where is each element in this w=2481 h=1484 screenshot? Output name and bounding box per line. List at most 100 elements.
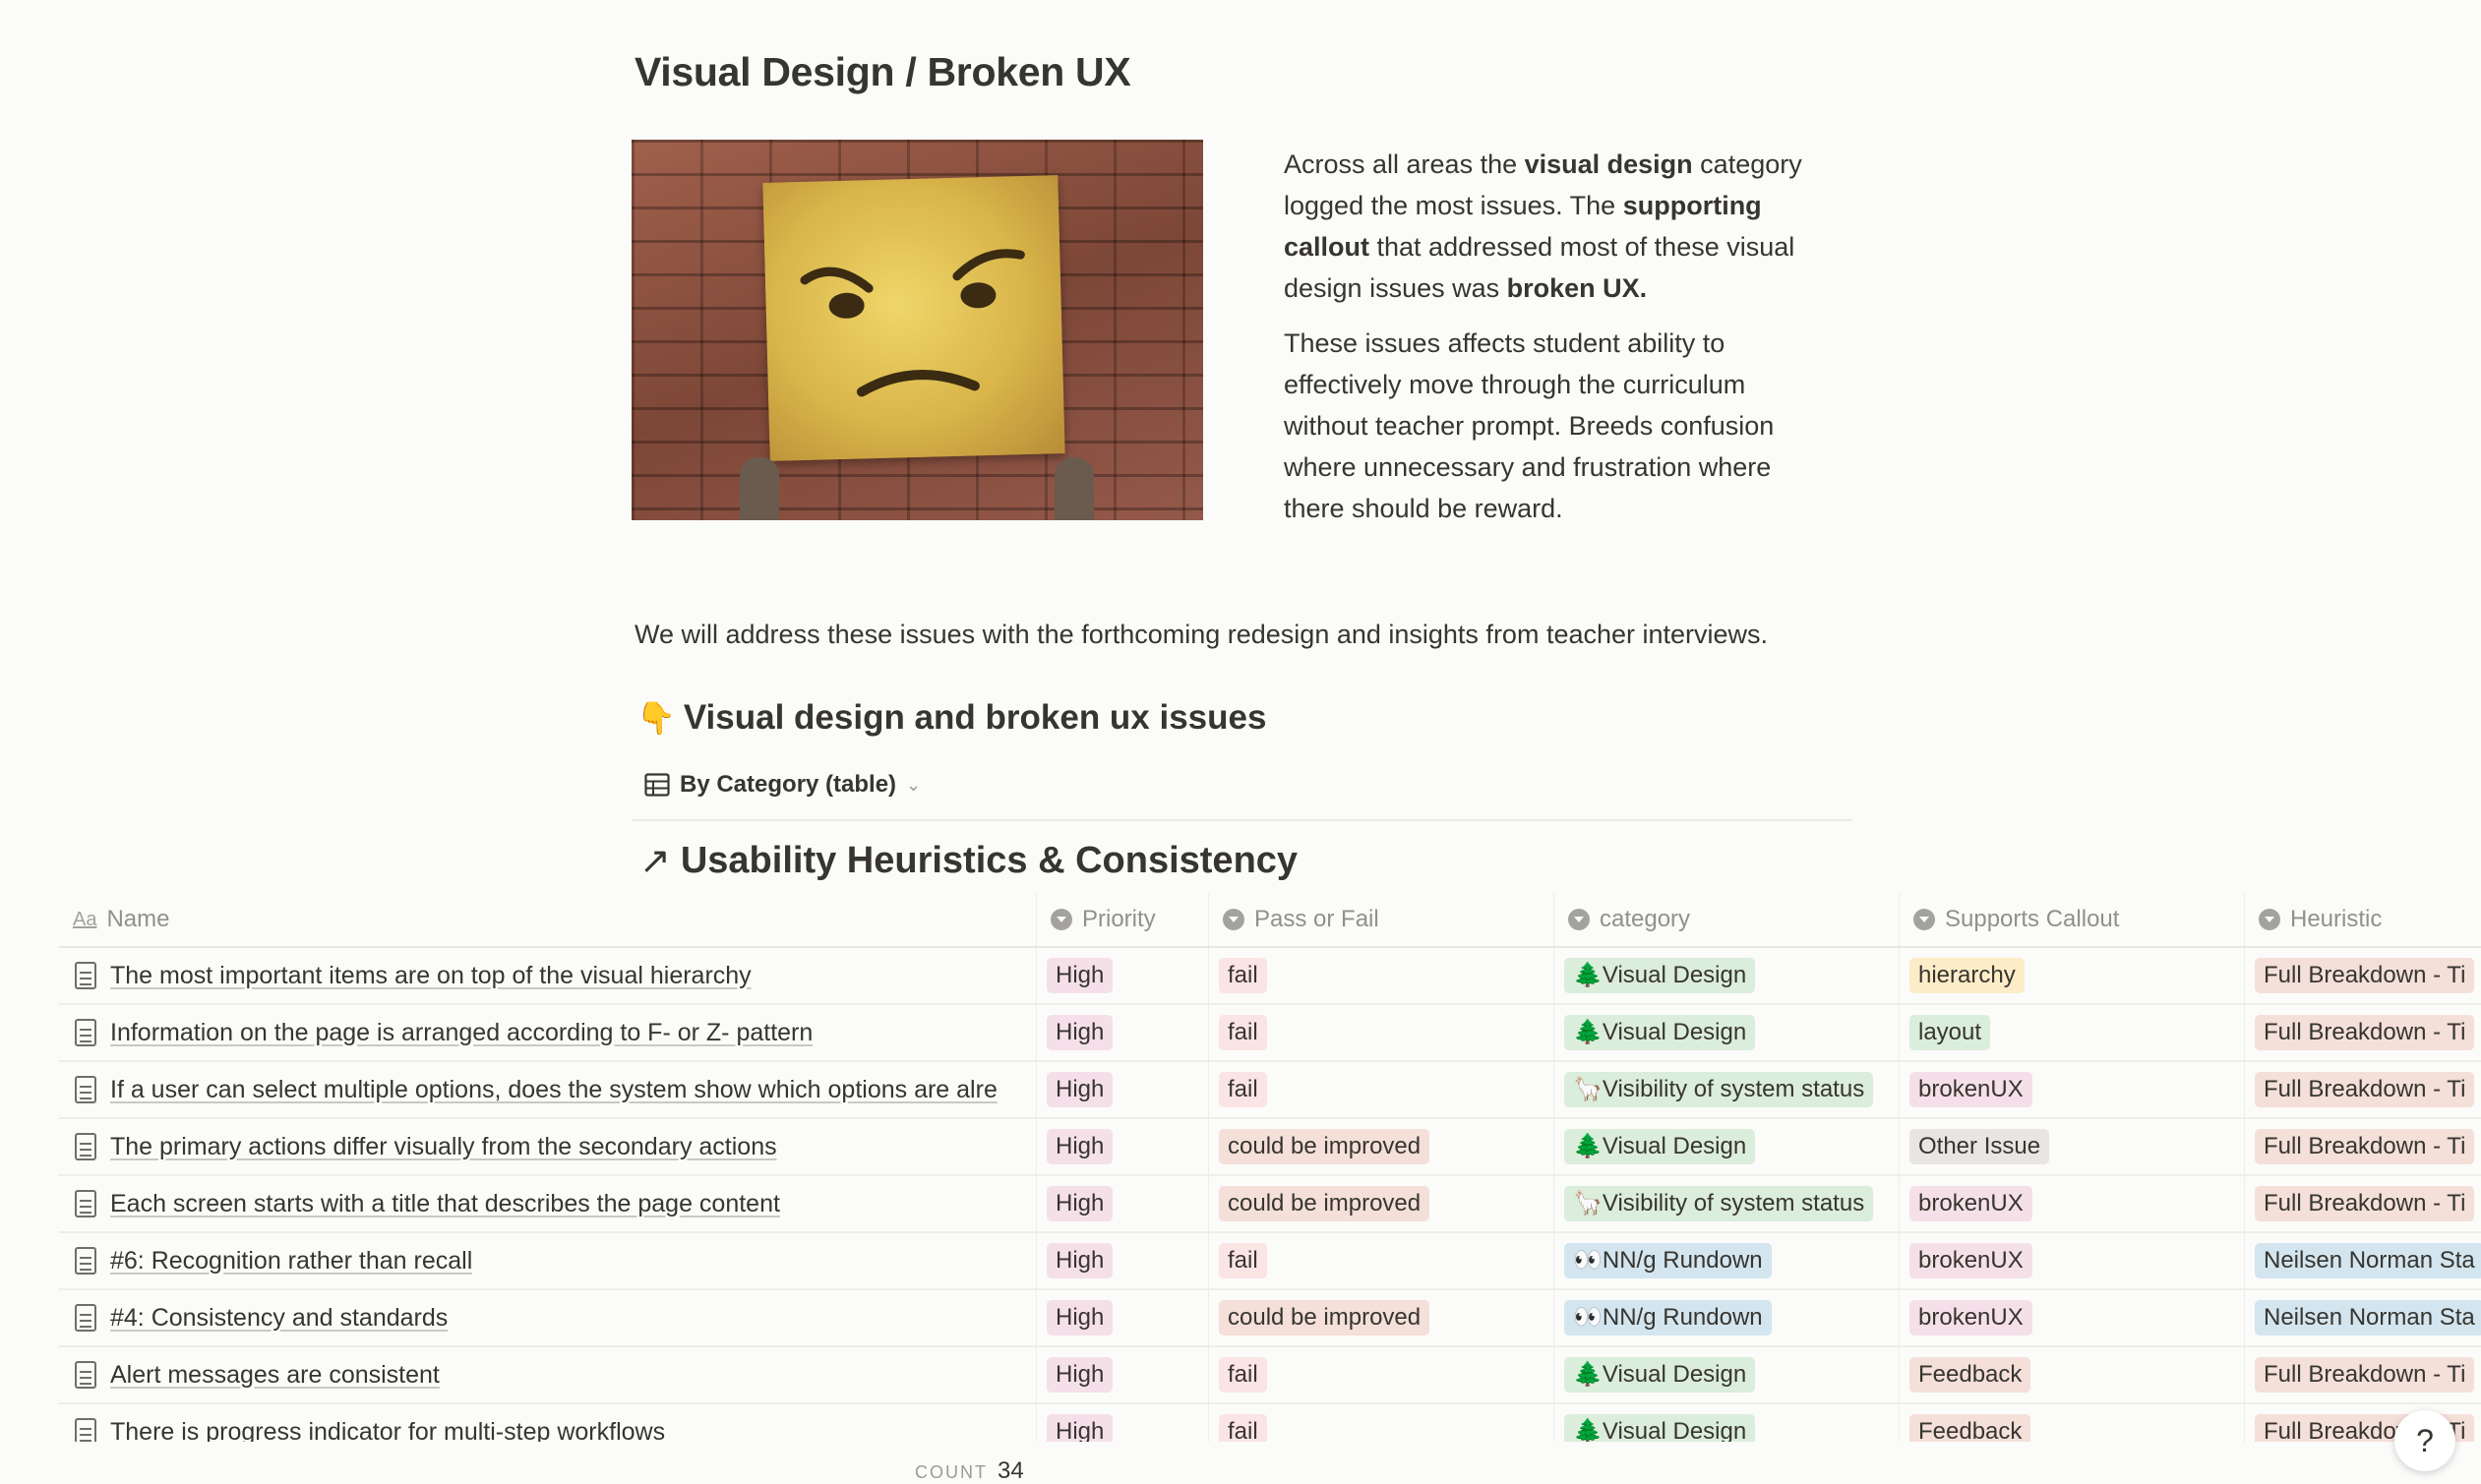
- table-icon: [644, 773, 670, 797]
- table-row[interactable]: #6: Recognition rather than recall High fa…: [59, 1233, 2481, 1290]
- column-header-label: Heuristic: [2290, 906, 2383, 932]
- supports-callout-tag: Feedback: [1909, 1357, 2031, 1393]
- heuristic-cell[interactable]: Neilsen Norman Sta: [2245, 1233, 2481, 1288]
- heuristic-cell[interactable]: Full Breakdown - Ti: [2245, 1005, 2481, 1060]
- category-cell[interactable]: 👀NN/g Rundown: [1554, 1290, 1900, 1345]
- pass-fail-cell[interactable]: fail: [1209, 1062, 1554, 1117]
- column-header-label: Name: [106, 906, 170, 932]
- pass-fail-cell[interactable]: fail: [1209, 1005, 1554, 1060]
- page-icon: [75, 1076, 96, 1103]
- priority-cell[interactable]: High: [1037, 1233, 1209, 1288]
- name-cell[interactable]: Each screen starts with a title that des…: [59, 1176, 1037, 1231]
- pass-fail-cell[interactable]: could be improved: [1209, 1119, 1554, 1174]
- column-header-category[interactable]: category: [1554, 893, 1900, 946]
- category-cell[interactable]: 🦙Visibility of system status: [1554, 1176, 1900, 1231]
- column-header-label: Pass or Fail: [1254, 906, 1379, 932]
- category-cell[interactable]: 🌲Visual Design: [1554, 1005, 1900, 1060]
- heuristic-cell[interactable]: Full Breakdown - Ti: [2245, 1347, 2481, 1402]
- supports-callout-tag: layout: [1909, 1015, 1991, 1050]
- heuristic-tag: Full Breakdown - Ti: [2255, 1072, 2475, 1107]
- priority-cell[interactable]: High: [1037, 1062, 1209, 1117]
- intro-run: Across all areas the: [1284, 149, 1525, 179]
- pass-fail-cell[interactable]: fail: [1209, 948, 1554, 1003]
- supports-callout-cell[interactable]: layout: [1900, 1005, 2245, 1060]
- category-cell[interactable]: 👀NN/g Rundown: [1554, 1233, 1900, 1288]
- heuristic-tag: Full Breakdown - Ti: [2255, 958, 2475, 993]
- select-property-icon: [1913, 909, 1935, 930]
- table-row[interactable]: Information on the page is arranged acco…: [59, 1005, 2481, 1062]
- angry-face-icon: [800, 249, 1025, 397]
- linked-database-title[interactable]: ↗ Usability Heuristics & Consistency: [639, 839, 1298, 883]
- name-cell[interactable]: #4: Consistency and standards: [59, 1290, 1037, 1345]
- priority-cell[interactable]: High: [1037, 1119, 1209, 1174]
- name-cell[interactable]: Alert messages are consistent: [59, 1347, 1037, 1402]
- supports-callout-cell[interactable]: hierarchy: [1900, 948, 2245, 1003]
- name-cell[interactable]: If a user can select multiple options, d…: [59, 1062, 1037, 1117]
- column-header-heuristic[interactable]: Heuristic: [2245, 893, 2481, 946]
- category-cell[interactable]: 🦙Visibility of system status: [1554, 1062, 1900, 1117]
- category-tag: 🌲Visual Design: [1564, 958, 1756, 993]
- heuristic-cell[interactable]: Full Breakdown - Ti: [2245, 948, 2481, 1003]
- supports-callout-cell[interactable]: brokenUX: [1900, 1290, 2245, 1345]
- category-cell[interactable]: 🌲Visual Design: [1554, 1119, 1900, 1174]
- category-cell[interactable]: 🌲Visual Design: [1554, 1347, 1900, 1402]
- row-title[interactable]: #4: Consistency and standards: [110, 1304, 448, 1333]
- view-tab-label: By Category (table): [680, 771, 897, 798]
- linked-arrow-icon: ↗: [639, 841, 671, 882]
- supports-callout-cell[interactable]: Other Issue: [1900, 1119, 2245, 1174]
- priority-cell[interactable]: High: [1037, 1290, 1209, 1345]
- heuristic-cell[interactable]: Full Breakdown - Ti: [2245, 1062, 2481, 1117]
- column-header-pass-fail[interactable]: Pass or Fail: [1209, 893, 1554, 946]
- row-title[interactable]: The primary actions differ visually from…: [110, 1133, 777, 1161]
- category-tag: 🌲Visual Design: [1564, 1357, 1756, 1393]
- table-row[interactable]: The primary actions differ visually from…: [59, 1119, 2481, 1176]
- question-icon: ?: [2416, 1422, 2434, 1458]
- priority-cell[interactable]: High: [1037, 948, 1209, 1003]
- table-count: COUNT 34: [915, 1457, 1024, 1484]
- name-cell[interactable]: The most important items are on top of t…: [59, 948, 1037, 1003]
- heuristic-cell[interactable]: Full Breakdown - Ti: [2245, 1176, 2481, 1231]
- supports-callout-cell[interactable]: brokenUX: [1900, 1233, 2245, 1288]
- heuristic-cell[interactable]: Full Breakdown - Ti: [2245, 1119, 2481, 1174]
- pass-fail-cell[interactable]: could be improved: [1209, 1290, 1554, 1345]
- supports-callout-cell[interactable]: Feedback: [1900, 1347, 2245, 1402]
- table-row[interactable]: The most important items are on top of t…: [59, 948, 2481, 1005]
- angry-card-shape: [762, 175, 1065, 461]
- table-row[interactable]: Each screen starts with a title that des…: [59, 1176, 2481, 1233]
- supports-callout-tag: brokenUX: [1909, 1186, 2032, 1221]
- name-cell[interactable]: #6: Recognition rather than recall: [59, 1233, 1037, 1288]
- column-header-supports-callout[interactable]: Supports Callout: [1900, 893, 2245, 946]
- priority-cell[interactable]: High: [1037, 1176, 1209, 1231]
- row-title[interactable]: #6: Recognition rather than recall: [110, 1247, 472, 1276]
- table-row[interactable]: If a user can select multiple options, d…: [59, 1062, 2481, 1119]
- name-cell[interactable]: Information on the page is arranged acco…: [59, 1005, 1037, 1060]
- row-title[interactable]: Alert messages are consistent: [110, 1361, 440, 1390]
- name-cell[interactable]: The primary actions differ visually from…: [59, 1119, 1037, 1174]
- help-button[interactable]: ?: [2394, 1410, 2455, 1471]
- row-title[interactable]: The most important items are on top of t…: [110, 962, 752, 990]
- pass-fail-tag: fail: [1219, 1072, 1267, 1107]
- priority-cell[interactable]: High: [1037, 1005, 1209, 1060]
- page-icon: [75, 1019, 96, 1046]
- table-row[interactable]: Alert messages are consistent High fail 🌲Vi…: [59, 1347, 2481, 1404]
- pass-fail-cell[interactable]: fail: [1209, 1233, 1554, 1288]
- heuristic-tag: Full Breakdown - Ti: [2255, 1129, 2475, 1164]
- column-header-priority[interactable]: Priority: [1037, 893, 1209, 946]
- supports-callout-cell[interactable]: brokenUX: [1900, 1176, 2245, 1231]
- pass-fail-cell[interactable]: fail: [1209, 1347, 1554, 1402]
- view-tab-by-category[interactable]: By Category (table) ⌄: [644, 771, 921, 799]
- table-row[interactable]: #4: Consistency and standards High could b…: [59, 1290, 2481, 1347]
- pass-fail-cell[interactable]: could be improved: [1209, 1176, 1554, 1231]
- column-header-name[interactable]: Aa Name: [59, 893, 1037, 946]
- heuristic-cell[interactable]: Neilsen Norman Sta: [2245, 1290, 2481, 1345]
- category-cell[interactable]: 🌲Visual Design: [1554, 948, 1900, 1003]
- priority-cell[interactable]: High: [1037, 1347, 1209, 1402]
- select-property-icon: [1223, 909, 1244, 930]
- heuristic-tag: Neilsen Norman Sta: [2255, 1300, 2481, 1336]
- row-title[interactable]: If a user can select multiple options, d…: [110, 1076, 998, 1104]
- heuristic-tag: Neilsen Norman Sta: [2255, 1243, 2481, 1278]
- chevron-down-icon[interactable]: ⌄: [906, 775, 921, 796]
- supports-callout-cell[interactable]: brokenUX: [1900, 1062, 2245, 1117]
- row-title[interactable]: Each screen starts with a title that des…: [110, 1190, 780, 1218]
- row-title[interactable]: Information on the page is arranged acco…: [110, 1019, 813, 1047]
